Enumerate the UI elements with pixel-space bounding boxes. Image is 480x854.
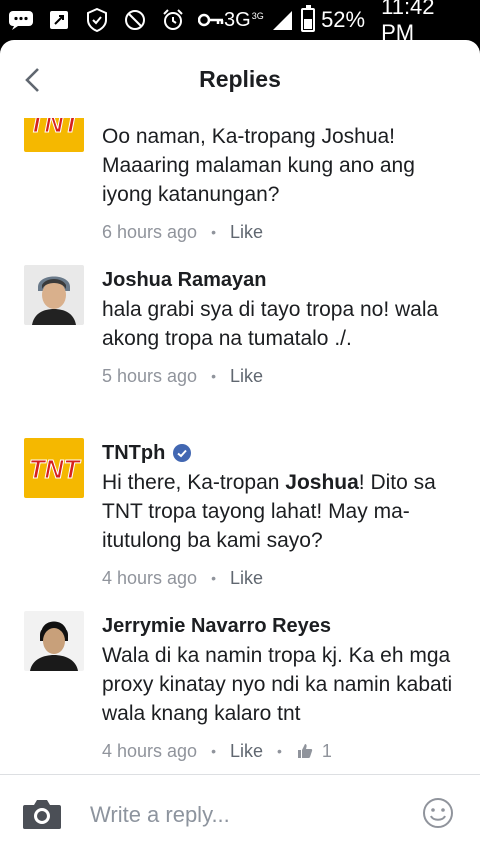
user-avatar[interactable] (24, 611, 84, 671)
back-button[interactable] (18, 64, 46, 96)
like-button[interactable]: Like (230, 366, 263, 387)
reply-meta: 4 hours ago • Like (102, 567, 264, 589)
like-button[interactable]: Like (230, 568, 263, 589)
emoji-button[interactable] (422, 797, 454, 829)
alarm-icon (160, 7, 186, 33)
thumbs-up-icon (296, 742, 314, 760)
page-title: Replies (199, 65, 281, 92)
battery-icon (301, 5, 316, 32)
reply-text: Hi there, Ka-tropan Joshua! Dito sa TNT … (102, 471, 436, 552)
signal-icon (270, 7, 296, 33)
reply-meta: 5 hours ago • Like (102, 365, 264, 387)
like-button[interactable]: Like (230, 222, 263, 243)
tnt-logo-avatar[interactable]: TNT (24, 118, 84, 152)
camera-icon (23, 799, 61, 829)
camera-button[interactable] (22, 798, 62, 832)
network-type: 3G 3G (224, 8, 264, 31)
reply-time[interactable]: 4 hours ago (102, 741, 197, 762)
svg-text:TNT: TNT (29, 454, 82, 484)
status-bar: 3G 3G 52% 11:42 PM (0, 0, 480, 45)
reply-composer (0, 774, 480, 854)
chevron-left-icon (25, 68, 39, 92)
reply-author[interactable]: Joshua Ramayan (102, 265, 462, 295)
usb-debug-icon (46, 7, 72, 33)
reply-input[interactable] (90, 801, 400, 828)
svg-text:TNT: TNT (29, 118, 82, 138)
verified-badge-icon (173, 444, 192, 462)
reply-text: Wala di ka namin tropa kj. Ka eh mga pro… (102, 644, 453, 725)
reply-text: Oo naman, Ka-tropang Joshua! Maaaring ma… (102, 125, 415, 206)
battery-percent: 52% (321, 7, 366, 32)
reply-time[interactable]: 4 hours ago (102, 568, 197, 589)
do-not-disturb-icon (122, 7, 148, 33)
tnt-logo-avatar[interactable]: TNT (24, 438, 84, 498)
user-avatar[interactable] (24, 265, 84, 325)
reply-author[interactable]: Jerrymie Navarro Reyes (102, 611, 462, 641)
reply-meta: 4 hours ago • Like • 1 (102, 740, 332, 762)
replies-screen: Replies TNT Oo naman, Ka-tropang Joshua!… (0, 40, 480, 854)
reply-author[interactable]: TNTph (102, 438, 462, 468)
shield-icon (84, 7, 110, 33)
reply-time[interactable]: 5 hours ago (102, 366, 197, 387)
message-icon (8, 7, 34, 33)
reaction-count: 1 (321, 740, 332, 761)
reply-text: hala grabi sya di tayo tropa no! wala ak… (102, 298, 439, 350)
mention[interactable]: Joshua (285, 471, 359, 494)
key-icon (198, 7, 224, 33)
emoji-icon (423, 798, 453, 828)
reply-meta: 6 hours ago • Like (102, 221, 264, 243)
like-button[interactable]: Like (230, 741, 263, 762)
reply-list[interactable]: TNT Oo naman, Ka-tropang Joshua! Maaarin… (0, 118, 480, 774)
header: Replies (0, 40, 480, 118)
reply-time[interactable]: 6 hours ago (102, 222, 197, 243)
